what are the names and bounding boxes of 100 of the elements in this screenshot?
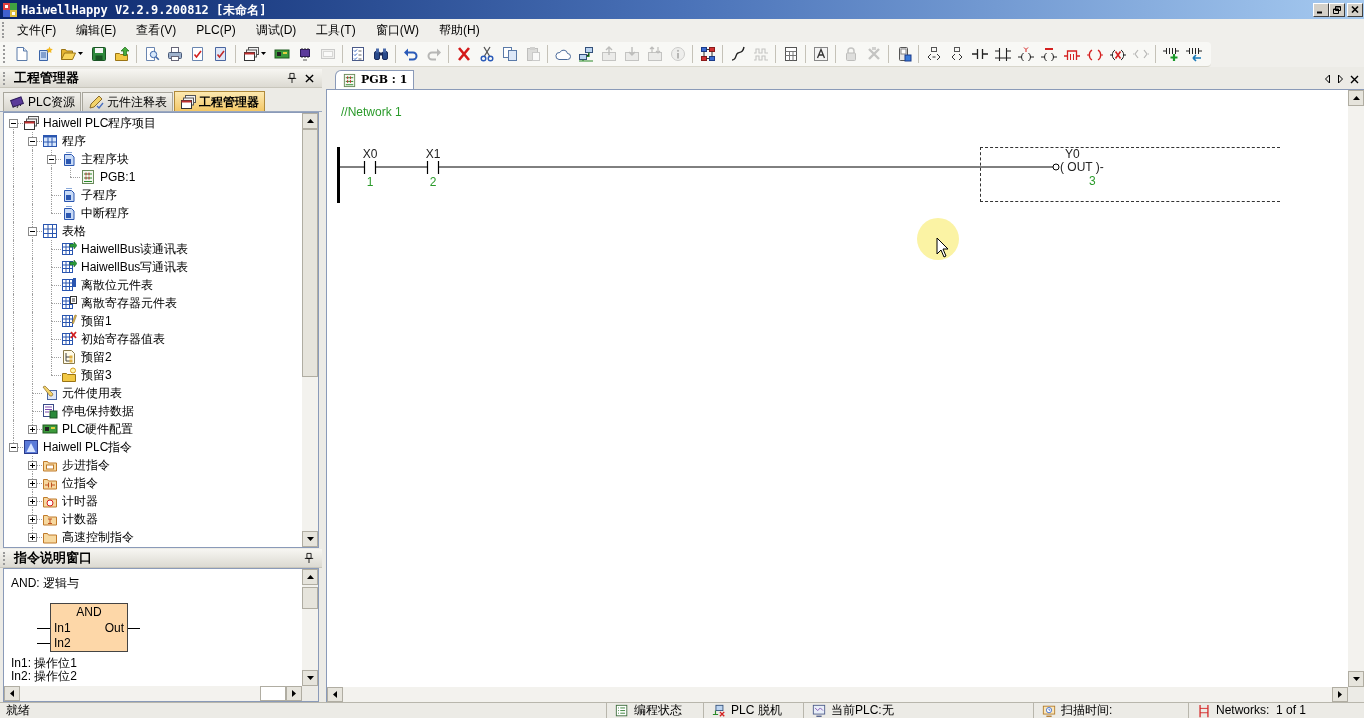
- scroll-up-button[interactable]: [302, 569, 318, 585]
- tree-item[interactable]: HaiwellBus读通讯表: [80, 241, 190, 257]
- printer-icon[interactable]: [166, 45, 183, 62]
- scroll-left-button[interactable]: [327, 687, 343, 702]
- tree-item[interactable]: 预留3: [80, 367, 113, 383]
- panel-tab[interactable]: 元件注释表: [82, 92, 174, 111]
- minus-box-icon[interactable]: [47, 154, 56, 164]
- vertical-scrollbar[interactable]: [1348, 90, 1364, 687]
- menu-item[interactable]: 工具(T): [310, 20, 362, 40]
- tree-item[interactable]: 中断程序: [80, 205, 130, 221]
- grip-handle[interactable]: [3, 551, 6, 565]
- plus-box-icon[interactable]: [28, 496, 37, 506]
- panel-tab[interactable]: PLC资源: [3, 92, 82, 111]
- plus-box-icon[interactable]: [28, 514, 37, 524]
- print-preview-icon[interactable]: [143, 45, 160, 62]
- tree-item[interactable]: 初始寄存器值表: [80, 331, 166, 347]
- menu-item[interactable]: 文件(F): [11, 20, 63, 40]
- tree-item[interactable]: 计数器: [61, 511, 99, 527]
- tree-item[interactable]: HaiwellBus写通讯表: [80, 259, 190, 275]
- vertical-scrollbar[interactable]: [302, 113, 318, 547]
- scroll-down-button[interactable]: [302, 531, 318, 547]
- curve-icon[interactable]: [729, 45, 746, 62]
- right-triangle-icon[interactable]: [1337, 74, 1344, 84]
- contact-symbol[interactable]: [426, 160, 440, 175]
- tree-item[interactable]: Haiwell PLC指令: [42, 439, 134, 455]
- checked-document-icon[interactable]: [189, 45, 206, 62]
- grip-handle[interactable]: [3, 44, 6, 63]
- checked-document-icon[interactable]: [212, 45, 229, 62]
- folder-arrow-icon[interactable]: [113, 45, 130, 62]
- tree-item[interactable]: 元件使用表: [61, 385, 123, 401]
- minus-box-icon[interactable]: [28, 226, 37, 236]
- coil-icon[interactable]: [1017, 45, 1034, 62]
- step-coil-icon[interactable]: [1040, 45, 1057, 62]
- delete-icon[interactable]: [455, 45, 472, 62]
- menu-item[interactable]: PLC(P): [190, 20, 242, 40]
- scroll-down-button[interactable]: [1348, 671, 1364, 687]
- plus-box-icon[interactable]: [28, 478, 37, 488]
- new-document-icon[interactable]: [13, 45, 30, 62]
- tree-item[interactable]: 离散位元件表: [80, 277, 154, 293]
- step-brackets-icon[interactable]: [925, 45, 942, 62]
- menu-item[interactable]: 编辑(E): [70, 20, 123, 40]
- insert-arrow-icon[interactable]: [1185, 45, 1202, 62]
- panel-tab[interactable]: 工程管理器: [174, 91, 266, 111]
- minus-box-icon[interactable]: [9, 442, 18, 452]
- close-icon[interactable]: [1350, 74, 1359, 84]
- scroll-left-button[interactable]: [4, 686, 20, 701]
- scroll-thumb[interactable]: [302, 129, 318, 377]
- plus-box-icon[interactable]: [28, 460, 37, 470]
- tree-item[interactable]: 位指令: [61, 475, 99, 491]
- tree-item[interactable]: 高速控制指令: [61, 529, 135, 545]
- tree-item[interactable]: 表格: [61, 223, 87, 239]
- tree-item[interactable]: 停电保持数据: [61, 403, 135, 419]
- plus-box-icon[interactable]: [28, 532, 37, 542]
- pin-icon[interactable]: [287, 72, 297, 84]
- minus-box-icon[interactable]: [28, 136, 37, 146]
- scroll-thumb[interactable]: [260, 686, 286, 701]
- text-style-icon[interactable]: [812, 45, 829, 62]
- tree-item[interactable]: PGB:1: [99, 169, 137, 185]
- tree-item[interactable]: 预留1: [80, 313, 113, 329]
- close-button[interactable]: [1347, 2, 1363, 17]
- menu-item[interactable]: 查看(V): [130, 20, 183, 40]
- document-star-icon[interactable]: [36, 45, 53, 62]
- left-triangle-icon[interactable]: [1324, 74, 1331, 84]
- scroll-right-button[interactable]: [1332, 687, 1348, 702]
- close-icon[interactable]: [305, 73, 314, 83]
- restore-button[interactable]: [1329, 2, 1345, 17]
- scroll-right-button[interactable]: [286, 686, 302, 701]
- checklist-icon[interactable]: [349, 45, 366, 62]
- save-icon[interactable]: [90, 45, 107, 62]
- tree-item[interactable]: 子程序: [80, 187, 118, 203]
- contact-pair-icon[interactable]: [994, 45, 1011, 62]
- stacked-windows-icon[interactable]: [243, 45, 259, 62]
- network-computers-icon[interactable]: [577, 45, 594, 62]
- horizontal-scrollbar[interactable]: [327, 687, 1348, 702]
- tree-item[interactable]: 离散寄存器元件表: [80, 295, 178, 311]
- tree-item[interactable]: 预留2: [80, 349, 113, 365]
- tree-item[interactable]: 步进指令: [61, 457, 111, 473]
- insert-plus-icon[interactable]: [1162, 45, 1179, 62]
- caret-icon[interactable]: [78, 52, 83, 55]
- minus-box-icon[interactable]: [9, 118, 18, 128]
- document-tab[interactable]: PGB : 1: [335, 70, 415, 89]
- scroll-thumb[interactable]: [302, 587, 318, 609]
- network-diagram-icon[interactable]: [699, 45, 716, 62]
- coil-junction-icon[interactable]: [1052, 163, 1060, 171]
- vertical-scrollbar[interactable]: [302, 569, 318, 686]
- scroll-up-button[interactable]: [302, 113, 318, 129]
- tree-item[interactable]: 计时器: [61, 493, 99, 509]
- menu-item[interactable]: 帮助(H): [433, 20, 486, 40]
- minimize-button[interactable]: [1313, 2, 1329, 17]
- menu-item[interactable]: 调试(D): [249, 20, 303, 40]
- scroll-down-button[interactable]: [302, 670, 318, 686]
- tree-item[interactable]: 主程序块: [80, 151, 130, 167]
- horizontal-scrollbar[interactable]: [4, 686, 302, 701]
- contact-symbol[interactable]: [363, 160, 377, 175]
- table-icon[interactable]: [782, 45, 799, 62]
- menu-item[interactable]: 窗口(W): [369, 20, 425, 40]
- scroll-up-button[interactable]: [1348, 90, 1364, 106]
- grip-handle[interactable]: [3, 71, 6, 85]
- copy-icon[interactable]: [501, 45, 518, 62]
- grip-handle[interactable]: [2, 22, 5, 38]
